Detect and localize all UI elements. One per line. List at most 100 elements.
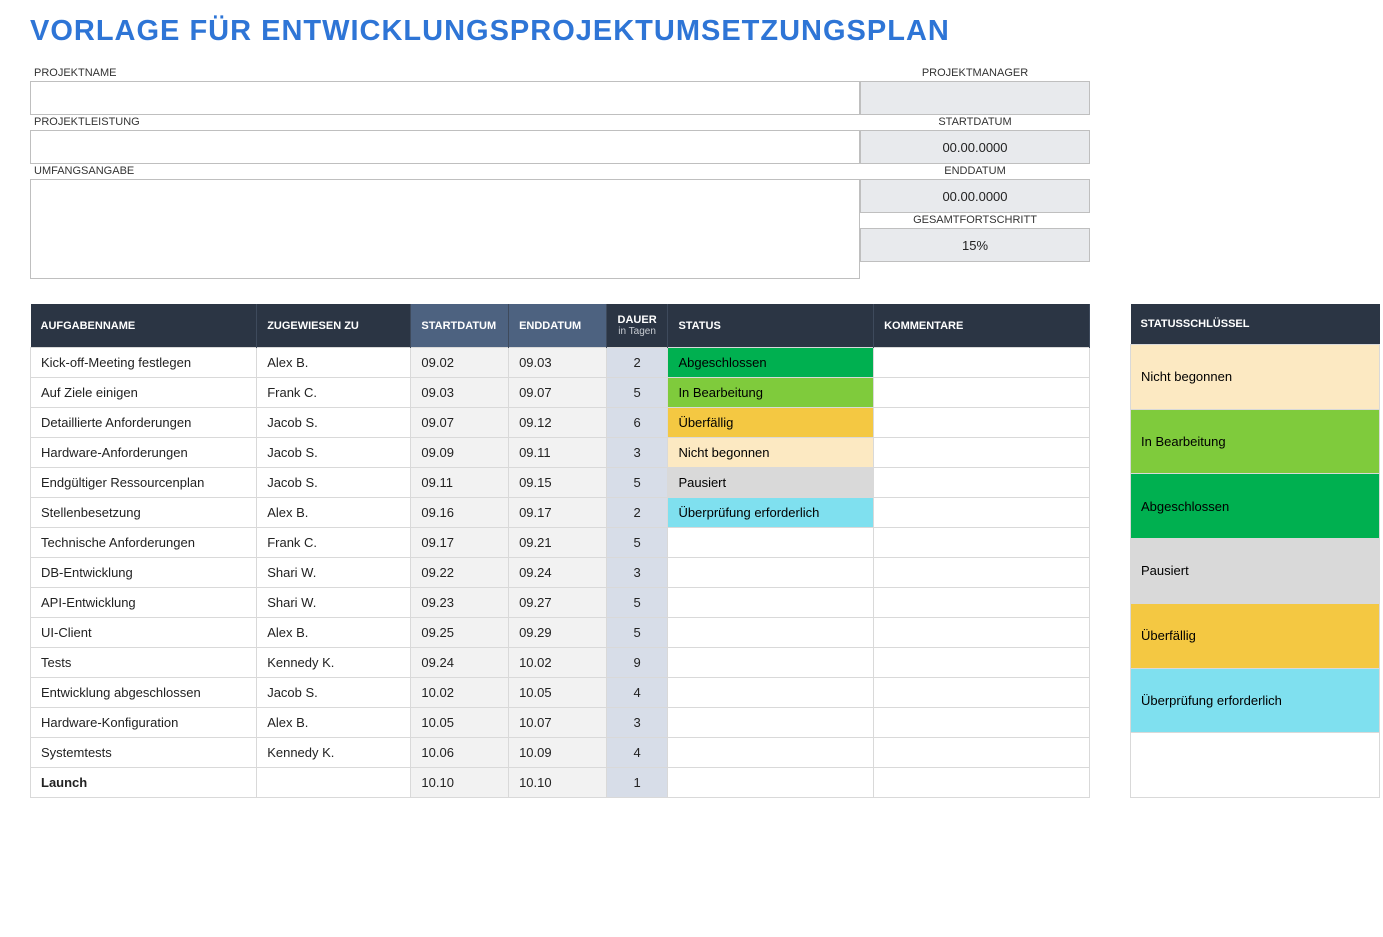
cell-duration[interactable]: 1 — [606, 768, 668, 798]
cell-task[interactable]: API-Entwicklung — [31, 588, 257, 618]
value-projektmanager[interactable] — [860, 81, 1090, 115]
cell-end[interactable]: 10.07 — [509, 708, 607, 738]
cell-status[interactable]: In Bearbeitung — [668, 378, 874, 408]
cell-comment[interactable] — [874, 618, 1090, 648]
cell-end[interactable]: 09.12 — [509, 408, 607, 438]
cell-start[interactable]: 09.07 — [411, 408, 509, 438]
cell-start[interactable]: 10.05 — [411, 708, 509, 738]
cell-comment[interactable] — [874, 708, 1090, 738]
cell-start[interactable]: 09.16 — [411, 498, 509, 528]
cell-status[interactable]: Nicht begonnen — [668, 438, 874, 468]
value-umfangsangabe[interactable] — [30, 179, 860, 279]
cell-duration[interactable]: 2 — [606, 348, 668, 378]
cell-start[interactable]: 09.17 — [411, 528, 509, 558]
cell-assigned[interactable]: Alex B. — [257, 708, 411, 738]
cell-end[interactable]: 09.03 — [509, 348, 607, 378]
cell-start[interactable]: 09.24 — [411, 648, 509, 678]
cell-task[interactable]: UI-Client — [31, 618, 257, 648]
cell-status[interactable]: Überprüfung erforderlich — [668, 498, 874, 528]
value-startdatum[interactable]: 00.00.0000 — [860, 130, 1090, 164]
cell-duration[interactable]: 5 — [606, 378, 668, 408]
cell-comment[interactable] — [874, 348, 1090, 378]
cell-comment[interactable] — [874, 498, 1090, 528]
cell-task[interactable]: Detaillierte Anforderungen — [31, 408, 257, 438]
cell-end[interactable]: 09.24 — [509, 558, 607, 588]
cell-end[interactable]: 10.09 — [509, 738, 607, 768]
value-projektleistung[interactable] — [30, 130, 860, 164]
cell-task[interactable]: Technische Anforderungen — [31, 528, 257, 558]
cell-start[interactable]: 10.02 — [411, 678, 509, 708]
cell-duration[interactable]: 4 — [606, 738, 668, 768]
cell-task[interactable]: Kick-off-Meeting festlegen — [31, 348, 257, 378]
cell-assigned[interactable]: Jacob S. — [257, 408, 411, 438]
cell-start[interactable]: 10.10 — [411, 768, 509, 798]
cell-assigned[interactable]: Alex B. — [257, 348, 411, 378]
cell-status[interactable]: Abgeschlossen — [668, 348, 874, 378]
cell-assigned[interactable]: Frank C. — [257, 378, 411, 408]
value-projektname[interactable] — [30, 81, 860, 115]
cell-task[interactable]: Entwicklung abgeschlossen — [31, 678, 257, 708]
cell-start[interactable]: 09.11 — [411, 468, 509, 498]
cell-comment[interactable] — [874, 558, 1090, 588]
cell-status[interactable]: Überfällig — [668, 408, 874, 438]
cell-start[interactable]: 09.09 — [411, 438, 509, 468]
cell-status[interactable] — [668, 528, 874, 558]
cell-assigned[interactable]: Alex B. — [257, 618, 411, 648]
cell-end[interactable]: 09.27 — [509, 588, 607, 618]
cell-start[interactable]: 09.22 — [411, 558, 509, 588]
cell-comment[interactable] — [874, 768, 1090, 798]
cell-status[interactable]: Pausiert — [668, 468, 874, 498]
cell-comment[interactable] — [874, 738, 1090, 768]
cell-assigned[interactable]: Shari W. — [257, 588, 411, 618]
cell-status[interactable] — [668, 738, 874, 768]
cell-duration[interactable]: 2 — [606, 498, 668, 528]
cell-status[interactable] — [668, 768, 874, 798]
cell-assigned[interactable]: Jacob S. — [257, 438, 411, 468]
cell-start[interactable]: 09.03 — [411, 378, 509, 408]
cell-status[interactable] — [668, 588, 874, 618]
cell-duration[interactable]: 5 — [606, 588, 668, 618]
cell-comment[interactable] — [874, 588, 1090, 618]
cell-duration[interactable]: 5 — [606, 468, 668, 498]
cell-comment[interactable] — [874, 408, 1090, 438]
cell-assigned[interactable]: Kennedy K. — [257, 738, 411, 768]
cell-end[interactable]: 09.21 — [509, 528, 607, 558]
cell-status[interactable] — [668, 618, 874, 648]
cell-comment[interactable] — [874, 678, 1090, 708]
cell-duration[interactable]: 9 — [606, 648, 668, 678]
cell-end[interactable]: 10.10 — [509, 768, 607, 798]
cell-status[interactable] — [668, 648, 874, 678]
cell-task[interactable]: Stellenbesetzung — [31, 498, 257, 528]
cell-start[interactable]: 09.02 — [411, 348, 509, 378]
cell-duration[interactable]: 3 — [606, 558, 668, 588]
cell-assigned[interactable]: Alex B. — [257, 498, 411, 528]
cell-end[interactable]: 09.29 — [509, 618, 607, 648]
cell-comment[interactable] — [874, 438, 1090, 468]
cell-status[interactable] — [668, 558, 874, 588]
cell-end[interactable]: 09.17 — [509, 498, 607, 528]
cell-task[interactable]: DB-Entwicklung — [31, 558, 257, 588]
cell-duration[interactable]: 4 — [606, 678, 668, 708]
cell-comment[interactable] — [874, 378, 1090, 408]
cell-assigned[interactable]: Shari W. — [257, 558, 411, 588]
cell-end[interactable]: 09.11 — [509, 438, 607, 468]
cell-duration[interactable]: 5 — [606, 528, 668, 558]
cell-assigned[interactable]: Kennedy K. — [257, 648, 411, 678]
cell-assigned[interactable] — [257, 768, 411, 798]
cell-comment[interactable] — [874, 648, 1090, 678]
cell-task[interactable]: Auf Ziele einigen — [31, 378, 257, 408]
cell-duration[interactable]: 3 — [606, 708, 668, 738]
cell-status[interactable] — [668, 678, 874, 708]
cell-task[interactable]: Hardware-Konfiguration — [31, 708, 257, 738]
cell-assigned[interactable]: Jacob S. — [257, 468, 411, 498]
cell-end[interactable]: 09.15 — [509, 468, 607, 498]
cell-duration[interactable]: 6 — [606, 408, 668, 438]
cell-assigned[interactable]: Jacob S. — [257, 678, 411, 708]
cell-task[interactable]: Launch — [31, 768, 257, 798]
cell-duration[interactable]: 3 — [606, 438, 668, 468]
cell-start[interactable]: 09.23 — [411, 588, 509, 618]
cell-start[interactable]: 09.25 — [411, 618, 509, 648]
cell-duration[interactable]: 5 — [606, 618, 668, 648]
cell-assigned[interactable]: Frank C. — [257, 528, 411, 558]
cell-task[interactable]: Endgültiger Ressourcenplan — [31, 468, 257, 498]
